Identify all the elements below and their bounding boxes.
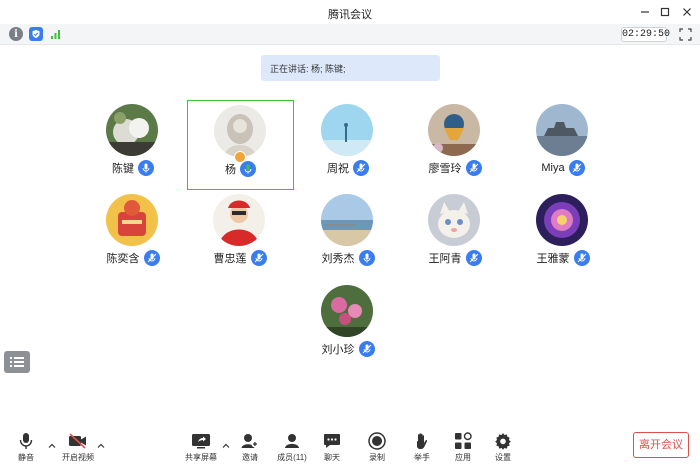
- speaking-text: 正在讲话: 杨; 陈键;: [270, 64, 346, 74]
- video-off-icon: [69, 433, 86, 449]
- avatar: [321, 285, 373, 337]
- share-screen-icon: [192, 434, 210, 449]
- members-icon: [285, 434, 299, 448]
- raise-hand-button[interactable]: 举手: [400, 431, 444, 463]
- participant-name: 刘秀杰: [321, 253, 355, 265]
- close-button[interactable]: [678, 3, 696, 21]
- chat-label: 聊天: [324, 453, 340, 462]
- mic-off-icon[interactable]: [358, 341, 375, 357]
- mic-off-icon[interactable]: [568, 160, 585, 176]
- mute-label: 静音: [18, 453, 34, 462]
- status-bar: i 02:29:50: [0, 24, 700, 45]
- meeting-window: 腾讯会议 i 02:29:50 正在讲话: 杨; 陈键; 陈键 杨 周祝 廖雪玲…: [0, 0, 700, 464]
- signal-icon[interactable]: [49, 27, 63, 41]
- participant-tile-active[interactable]: 杨: [187, 100, 294, 190]
- mic-off-icon[interactable]: [573, 250, 590, 266]
- record-icon: [368, 432, 386, 450]
- participant-list-toggle[interactable]: [4, 351, 30, 373]
- participant-tile[interactable]: 陈键: [78, 100, 188, 192]
- participant-tile[interactable]: Miya: [508, 100, 618, 192]
- avatar: [536, 194, 588, 246]
- avatar: [428, 194, 480, 246]
- participant-tile[interactable]: 曹忠莲: [185, 190, 295, 282]
- participant-tile[interactable]: 陈奕含: [78, 190, 188, 282]
- invite-icon: [241, 434, 259, 448]
- maximize-icon: [660, 7, 670, 17]
- participant-name: 周祝: [327, 163, 349, 175]
- settings-button[interactable]: 设置: [481, 431, 525, 463]
- mic-icon[interactable]: [358, 250, 375, 266]
- chat-icon: [324, 434, 340, 448]
- meeting-timer: 02:29:50: [621, 27, 671, 42]
- members-button[interactable]: 成员(11): [270, 431, 314, 463]
- participant-name: 杨: [225, 164, 236, 176]
- record-button[interactable]: 录制: [355, 431, 399, 463]
- avatar: [428, 104, 480, 156]
- participant-tile[interactable]: 王雅蒙: [508, 190, 618, 282]
- participant-name: 王阿青: [428, 253, 462, 265]
- participant-name: 廖雪玲: [428, 163, 462, 175]
- mic-icon[interactable]: [138, 160, 154, 176]
- avatar: [106, 104, 158, 156]
- participant-name: 陈奕含: [106, 253, 140, 265]
- mic-off-icon[interactable]: [143, 250, 160, 266]
- minimize-button[interactable]: [636, 3, 654, 21]
- start-video-button[interactable]: 开启视频: [56, 431, 100, 463]
- chat-button[interactable]: 聊天: [310, 431, 354, 463]
- participant-tile[interactable]: 周祝: [293, 100, 403, 192]
- members-label: 成员(11): [277, 453, 307, 462]
- microphone-icon: [19, 433, 33, 449]
- mic-off-icon[interactable]: [465, 250, 482, 266]
- list-icon: [10, 357, 24, 367]
- hand-icon: [417, 433, 428, 449]
- fullscreen-icon: [679, 28, 692, 41]
- mic-off-icon[interactable]: [465, 160, 482, 176]
- title-bar: 腾讯会议: [0, 0, 700, 24]
- participant-tile[interactable]: 王阿青: [400, 190, 510, 282]
- avatar: [321, 104, 373, 156]
- participant-name: 王雅蒙: [536, 253, 570, 265]
- invite-label: 邀请: [242, 453, 258, 462]
- apps-icon: [455, 432, 472, 449]
- participant-tile[interactable]: 刘小珍: [293, 281, 403, 373]
- avatar: [536, 104, 588, 156]
- avatar: [214, 105, 266, 157]
- record-label: 录制: [369, 453, 385, 462]
- invite-button[interactable]: 邀请: [228, 431, 272, 463]
- gear-icon: [495, 433, 511, 450]
- share-screen-label: 共享屏幕: [185, 453, 217, 462]
- shield-icon[interactable]: [29, 27, 43, 41]
- share-screen-button[interactable]: 共享屏幕: [179, 431, 223, 463]
- video-options-chevron-icon[interactable]: [96, 441, 106, 451]
- participant-name: 曹忠莲: [213, 253, 247, 265]
- apps-button[interactable]: 应用: [441, 431, 485, 463]
- mic-off-icon[interactable]: [250, 250, 267, 266]
- maximize-button[interactable]: [656, 3, 674, 21]
- avatar: [213, 194, 265, 246]
- mic-off-icon[interactable]: [353, 160, 369, 176]
- participant-name: 陈键: [112, 163, 134, 175]
- settings-label: 设置: [495, 453, 511, 462]
- info-icon[interactable]: i: [9, 27, 23, 41]
- participant-tile[interactable]: 廖雪玲: [400, 100, 510, 192]
- speaking-banner: 正在讲话: 杨; 陈键;: [261, 55, 440, 81]
- participant-tile[interactable]: 刘秀杰: [293, 190, 403, 282]
- start-video-label: 开启视频: [62, 453, 94, 462]
- minimize-icon: [641, 11, 649, 13]
- mute-button[interactable]: 静音: [4, 431, 48, 463]
- bottom-toolbar: 静音 开启视频 共享屏幕 邀请 成员(11) 聊天 录制 举手 应用 设置: [0, 426, 700, 464]
- participant-name: 刘小珍: [321, 344, 355, 356]
- window-title: 腾讯会议: [328, 9, 372, 21]
- avatar: [106, 194, 158, 246]
- participant-name: Miya: [541, 162, 565, 174]
- mic-icon[interactable]: [240, 161, 256, 177]
- avatar: [321, 194, 373, 246]
- close-icon: [683, 8, 691, 16]
- leave-meeting-button[interactable]: 离开会议: [633, 432, 689, 458]
- apps-label: 应用: [455, 453, 471, 462]
- fullscreen-button[interactable]: [678, 27, 693, 42]
- raise-hand-label: 举手: [414, 453, 430, 462]
